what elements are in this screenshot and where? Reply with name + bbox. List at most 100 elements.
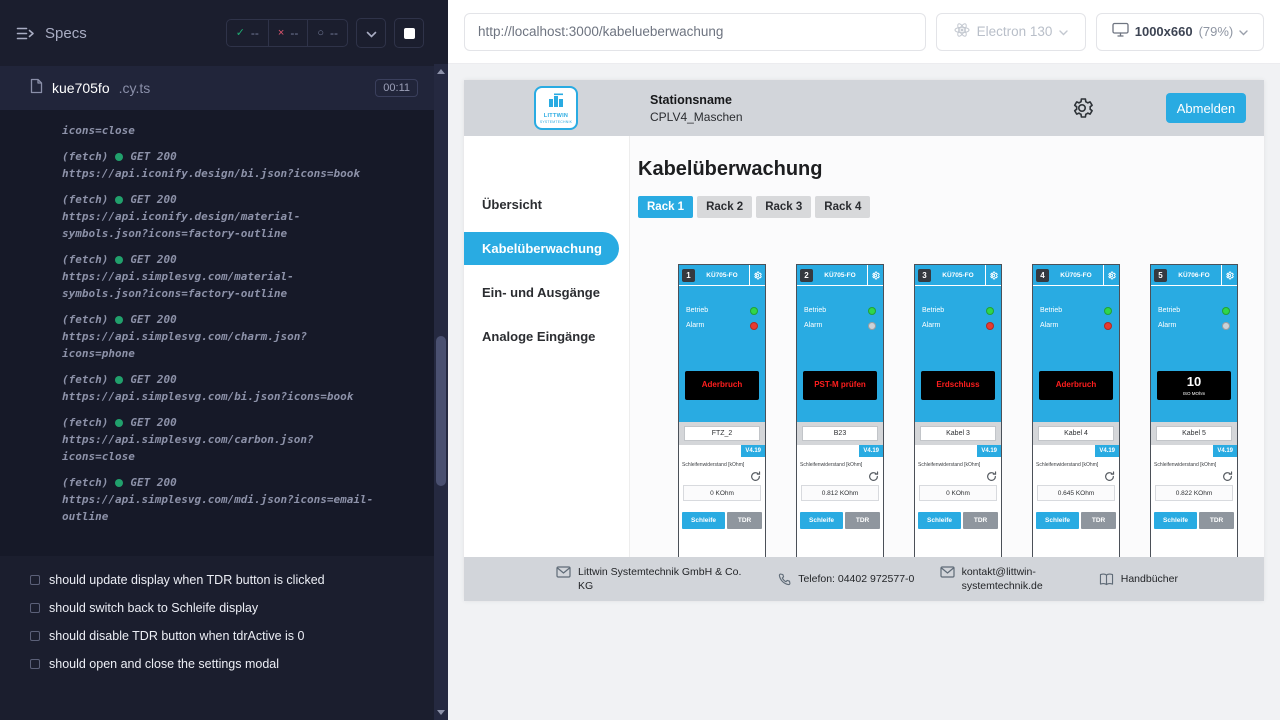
scrollbar-thumb[interactable]	[436, 336, 446, 486]
tdr-button[interactable]: TDR	[1081, 512, 1116, 529]
log-url: icons=close	[62, 122, 378, 139]
log-url: https://api.simplesvg.com/mdi.json?icons…	[62, 491, 378, 525]
specs-sidebar-toggle[interactable]: Specs	[16, 25, 87, 42]
app-sidebar: Übersicht Kabelüberwachung Ein- und Ausg…	[464, 136, 630, 557]
footer-manuals[interactable]: Handbücher	[1099, 572, 1178, 586]
log-entry-head: (fetch) GET 200	[62, 414, 378, 431]
email-icon	[940, 566, 955, 578]
rack-tab[interactable]: Rack 3	[756, 196, 811, 218]
test-item[interactable]: should disable TDR button when tdrActive…	[30, 622, 420, 650]
refresh-icon[interactable]	[750, 471, 761, 482]
cypress-runner-panel: Specs ✓ -- × -- ○ --	[0, 0, 448, 720]
refresh-icon[interactable]	[1222, 471, 1233, 482]
log-prefix: (fetch)	[62, 474, 108, 491]
schleife-button[interactable]: Schleife	[800, 512, 843, 529]
device-card: 5 KÜ706-FO	[1150, 264, 1238, 557]
status-display: PST-M prüfen	[803, 371, 877, 400]
card-lower-panel: V4.19 Schleifenwiderstand [kOhm]	[797, 445, 883, 557]
tdr-button[interactable]: TDR	[845, 512, 880, 529]
betrieb-label: Betrieb	[922, 307, 944, 314]
test-item[interactable]: should switch back to Schleife display	[30, 594, 420, 622]
alarm-led	[868, 322, 876, 330]
resistance-value: 0 KOhm	[919, 485, 997, 501]
cable-name-field[interactable]: Kabel 4	[1038, 426, 1114, 441]
betrieb-label: Betrieb	[1040, 307, 1062, 314]
spec-file-name: kue705fo	[52, 80, 110, 96]
refresh-icon[interactable]	[986, 471, 997, 482]
test-item[interactable]: should update display when TDR button is…	[30, 566, 420, 594]
betrieb-label: Betrieb	[1158, 307, 1180, 314]
tdr-button[interactable]: TDR	[963, 512, 998, 529]
logo-subtext: SYSTEMTECHNIK	[540, 120, 572, 124]
tdr-button[interactable]: TDR	[1199, 512, 1234, 529]
card-lower-panel: V4.19 Schleifenwiderstand [kOhm]	[1151, 445, 1237, 557]
footer-company[interactable]: Littwin Systemtechnik GmbH & Co. KG	[556, 565, 753, 593]
spec-file-row[interactable]: kue705fo.cy.ts 00:11	[0, 66, 434, 110]
nav-item[interactable]: Übersicht	[464, 188, 629, 221]
nav-item[interactable]: Ein- und Ausgänge	[464, 276, 629, 309]
schleife-button[interactable]: Schleife	[1154, 512, 1197, 529]
resistance-value: 0.645 KOhm	[1037, 485, 1115, 501]
firmware-version: V4.19	[977, 445, 1001, 457]
stat-pending: ○ --	[307, 20, 347, 46]
footer-phone[interactable]: Telefon: 04402 972577-0	[778, 572, 914, 586]
url-input[interactable]	[464, 13, 926, 51]
card-settings-gear-icon[interactable]	[985, 265, 1001, 285]
viewport-size: 1000x660	[1135, 24, 1193, 39]
betrieb-label: Betrieb	[686, 307, 708, 314]
card-settings-gear-icon[interactable]	[867, 265, 883, 285]
browser-select[interactable]: Electron 130	[936, 13, 1086, 51]
rack-tab[interactable]: Rack 2	[697, 196, 752, 218]
refresh-icon[interactable]	[1104, 471, 1115, 482]
refresh-row	[797, 468, 883, 482]
resistance-value: 0.812 KOhm	[801, 485, 879, 501]
rack-tab[interactable]: Rack 4	[815, 196, 870, 218]
footer-email[interactable]: kontakt@littwin-systemtechnik.de	[940, 565, 1074, 593]
rack-tabs: Rack 1 Rack 2 Rack 3 Rack 4	[638, 196, 1264, 218]
rack-tab[interactable]: Rack 1	[638, 196, 693, 218]
device-card: 4 KÜ705-FO	[1032, 264, 1120, 557]
log-prefix: (fetch)	[62, 414, 108, 431]
schleife-button[interactable]: Schleife	[682, 512, 725, 529]
tdr-button[interactable]: TDR	[727, 512, 762, 529]
station-label: Stationsname	[650, 93, 743, 107]
card-header: 2 KÜ705-FO	[797, 265, 883, 286]
cable-name-field[interactable]: B23	[802, 426, 878, 441]
stop-button[interactable]	[394, 18, 424, 48]
nav-item[interactable]: Analoge Eingänge	[464, 320, 629, 353]
test-list: should update display when TDR button is…	[0, 556, 434, 720]
station-info: Stationsname CPLV4_Maschen	[650, 93, 743, 124]
card-settings-gear-icon[interactable]	[1103, 265, 1119, 285]
scroll-up-arrow-icon[interactable]	[434, 64, 448, 79]
log-url: https://api.simplesvg.com/charm.json?ico…	[62, 328, 378, 362]
scroll-down-arrow-icon[interactable]	[434, 705, 448, 720]
log-entry-head: (fetch) GET 200	[62, 191, 378, 208]
firmware-version: V4.19	[1213, 445, 1237, 457]
alarm-led	[986, 322, 994, 330]
refresh-icon[interactable]	[868, 471, 879, 482]
alarm-label: Alarm	[804, 322, 822, 329]
cable-band: Kabel 3	[915, 422, 1001, 445]
collapse-runnables-button[interactable]	[356, 18, 386, 48]
schleife-button[interactable]: Schleife	[1036, 512, 1079, 529]
nav-item-label: Ein- und Ausgänge	[482, 285, 600, 300]
footer-phone-text: Telefon: 04402 972577-0	[798, 572, 914, 586]
betrieb-row: Betrieb	[922, 303, 994, 318]
card-settings-gear-icon[interactable]	[1221, 265, 1237, 285]
logout-button[interactable]: Abmelden	[1166, 93, 1246, 123]
station-name: CPLV4_Maschen	[650, 110, 743, 124]
cable-name-field[interactable]: Kabel 3	[920, 426, 996, 441]
cable-name-field[interactable]: Kabel 5	[1156, 426, 1232, 441]
card-settings-gear-icon[interactable]	[749, 265, 765, 285]
betrieb-row: Betrieb	[1158, 303, 1230, 318]
viewport-select[interactable]: 1000x660 (79%)	[1096, 13, 1264, 51]
runner-scrollbar[interactable]	[434, 64, 448, 720]
schleife-button[interactable]: Schleife	[918, 512, 961, 529]
spec-file-ext: .cy.ts	[119, 80, 151, 96]
log-url: https://api.iconify.design/bi.json?icons…	[62, 165, 378, 182]
test-item[interactable]: should open and close the settings modal	[30, 650, 420, 678]
nav-item[interactable]: Kabelüberwachung	[464, 232, 619, 265]
settings-gear-icon[interactable]	[1070, 96, 1094, 120]
cable-name-field[interactable]: FTZ_2	[684, 426, 760, 441]
aut-canvas: LITTWIN SYSTEMTECHNIK Stationsname CPLV4…	[448, 64, 1280, 720]
